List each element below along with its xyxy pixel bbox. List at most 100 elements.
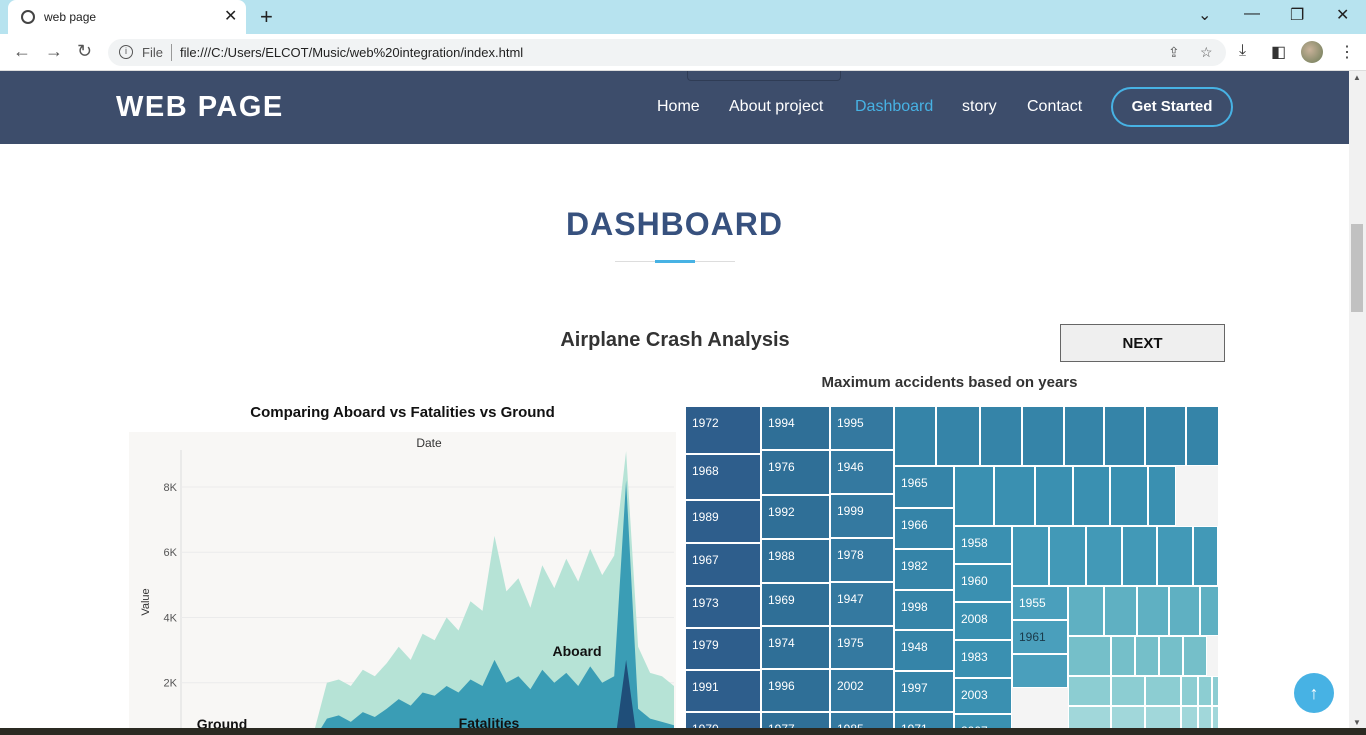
treemap-tile[interactable] <box>994 466 1035 526</box>
treemap-tile[interactable] <box>1049 526 1086 586</box>
treemap-tile[interactable]: 2003 <box>954 678 1012 714</box>
treemap-tile[interactable] <box>1200 586 1218 636</box>
nav-about-project[interactable]: About project <box>729 98 823 116</box>
minimize-icon[interactable]: — <box>1244 5 1260 23</box>
treemap-tile[interactable]: 1994 <box>761 406 830 450</box>
scroll-down-icon[interactable]: ▼ <box>1353 718 1361 727</box>
tab-search-icon[interactable]: ⌄ <box>1198 5 1211 25</box>
treemap-tile[interactable] <box>1104 586 1137 636</box>
back-to-top-button[interactable]: ↑ <box>1294 673 1334 713</box>
treemap-tile[interactable]: 1974 <box>761 626 830 669</box>
next-button[interactable]: NEXT <box>1060 324 1225 362</box>
share-icon[interactable]: ⇪ <box>1168 44 1180 61</box>
treemap-tile[interactable] <box>1064 406 1104 466</box>
treemap-tile[interactable] <box>1111 636 1135 676</box>
treemap-tile[interactable] <box>1135 636 1159 676</box>
treemap-tile[interactable] <box>1159 636 1183 676</box>
treemap-tile[interactable] <box>1145 676 1181 706</box>
treemap-tile[interactable] <box>1148 466 1176 526</box>
treemap-tile[interactable]: 1960 <box>954 564 1012 602</box>
treemap-tile[interactable]: 1989 <box>685 500 761 543</box>
back-icon[interactable]: ← <box>13 41 31 62</box>
treemap-tile[interactable]: 1999 <box>830 494 894 538</box>
nav-home[interactable]: Home <box>657 98 700 116</box>
treemap-tile[interactable] <box>1111 676 1145 706</box>
nav-story[interactable]: story <box>962 98 997 116</box>
treemap-tile[interactable] <box>1157 526 1193 586</box>
omnibox[interactable]: i File file:///C:/Users/ELCOT/Music/web%… <box>108 39 1226 66</box>
treemap-tile[interactable]: 2002 <box>830 669 894 712</box>
side-panel-icon[interactable]: ◧ <box>1271 42 1286 62</box>
treemap-tile[interactable]: 1973 <box>685 586 761 628</box>
treemap-tile[interactable]: 1991 <box>685 670 761 712</box>
forward-icon[interactable]: → <box>45 41 63 62</box>
treemap-tile[interactable] <box>1137 586 1169 636</box>
treemap-tile[interactable]: 1965 <box>894 466 954 508</box>
treemap-tile[interactable]: 1955 <box>1012 586 1068 620</box>
treemap-tile[interactable]: 1988 <box>761 539 830 583</box>
treemap-tile[interactable] <box>1110 466 1148 526</box>
treemap-tile[interactable] <box>894 406 936 466</box>
treemap-tile[interactable] <box>980 406 1022 466</box>
treemap-tile[interactable]: 1983 <box>954 640 1012 678</box>
treemap-tile[interactable] <box>1012 526 1049 586</box>
treemap-tile[interactable]: 1975 <box>830 626 894 669</box>
treemap-tile[interactable]: 1948 <box>894 630 954 671</box>
treemap-tile[interactable]: 1997 <box>894 671 954 712</box>
nav-contact[interactable]: Contact <box>1027 98 1082 116</box>
treemap-tile[interactable] <box>1022 406 1064 466</box>
treemap-tile[interactable]: 1958 <box>954 526 1012 564</box>
treemap-tile[interactable]: 1972 <box>685 406 761 454</box>
get-started-button[interactable]: Get Started <box>1111 87 1233 127</box>
scroll-up-icon[interactable]: ▲ <box>1353 73 1361 82</box>
area-chart[interactable]: Date Value 2K 4K 6K 8K Aboard Fatalities Ground <box>129 432 676 735</box>
treemap-tile[interactable] <box>1068 676 1111 706</box>
treemap-tile[interactable] <box>1068 586 1104 636</box>
treemap-tile[interactable]: 1961 <box>1012 620 1068 654</box>
info-icon[interactable]: i <box>119 45 133 59</box>
treemap-tile[interactable]: 1996 <box>761 669 830 712</box>
close-tab-icon[interactable]: ✕ <box>224 6 237 26</box>
treemap-tile[interactable] <box>1073 466 1110 526</box>
treemap-tile[interactable]: 1967 <box>685 543 761 586</box>
treemap-tile[interactable]: 1995 <box>830 406 894 450</box>
treemap-tile[interactable] <box>1181 676 1198 706</box>
tableau-dashboard[interactable]: Airplane Crash Analysis NEXT Comparing A… <box>117 313 1233 735</box>
treemap-tile[interactable] <box>954 466 994 526</box>
treemap-tile[interactable]: 1947 <box>830 582 894 626</box>
window-close-icon[interactable]: ✕ <box>1336 5 1349 25</box>
treemap-tile[interactable]: 1978 <box>830 538 894 582</box>
treemap-tile[interactable] <box>1086 526 1122 586</box>
reload-icon[interactable]: ↻ <box>77 41 92 62</box>
treemap-tile[interactable] <box>1183 636 1207 676</box>
download-icon[interactable]: ⤓ <box>1239 42 1246 60</box>
years-treemap[interactable]: 1972196819891967197319791991197019941976… <box>685 406 1218 735</box>
browser-tab[interactable]: web page ✕ <box>8 0 246 34</box>
site-logo[interactable]: WEB PAGE <box>116 91 284 124</box>
treemap-tile[interactable] <box>1122 526 1157 586</box>
treemap-tile[interactable]: 1979 <box>685 628 761 670</box>
treemap-tile[interactable]: 1969 <box>761 583 830 626</box>
treemap-tile[interactable] <box>1186 406 1218 466</box>
treemap-tile[interactable] <box>1145 406 1186 466</box>
treemap-tile[interactable] <box>936 406 980 466</box>
treemap-tile[interactable]: 1992 <box>761 495 830 539</box>
treemap-tile[interactable] <box>1035 466 1073 526</box>
treemap-tile[interactable] <box>1012 654 1068 688</box>
bookmark-star-icon[interactable]: ☆ <box>1200 44 1213 61</box>
page-scrollbar[interactable]: ▲ ▼ <box>1349 71 1366 735</box>
restore-icon[interactable]: ❐ <box>1290 5 1304 25</box>
treemap-tile[interactable] <box>1169 586 1200 636</box>
profile-avatar[interactable] <box>1301 41 1323 63</box>
scrollbar-thumb[interactable] <box>1351 224 1363 312</box>
treemap-tile[interactable]: 1946 <box>830 450 894 494</box>
treemap-tile[interactable]: 1976 <box>761 450 830 495</box>
treemap-tile[interactable]: 1998 <box>894 590 954 630</box>
treemap-tile[interactable] <box>1068 636 1111 676</box>
treemap-tile[interactable] <box>1193 526 1218 586</box>
treemap-tile[interactable]: 1982 <box>894 549 954 590</box>
treemap-tile[interactable] <box>1212 676 1218 706</box>
menu-icon[interactable]: ⋮ <box>1339 42 1355 62</box>
nav-dashboard[interactable]: Dashboard <box>855 98 933 116</box>
treemap-tile[interactable] <box>1198 676 1212 706</box>
